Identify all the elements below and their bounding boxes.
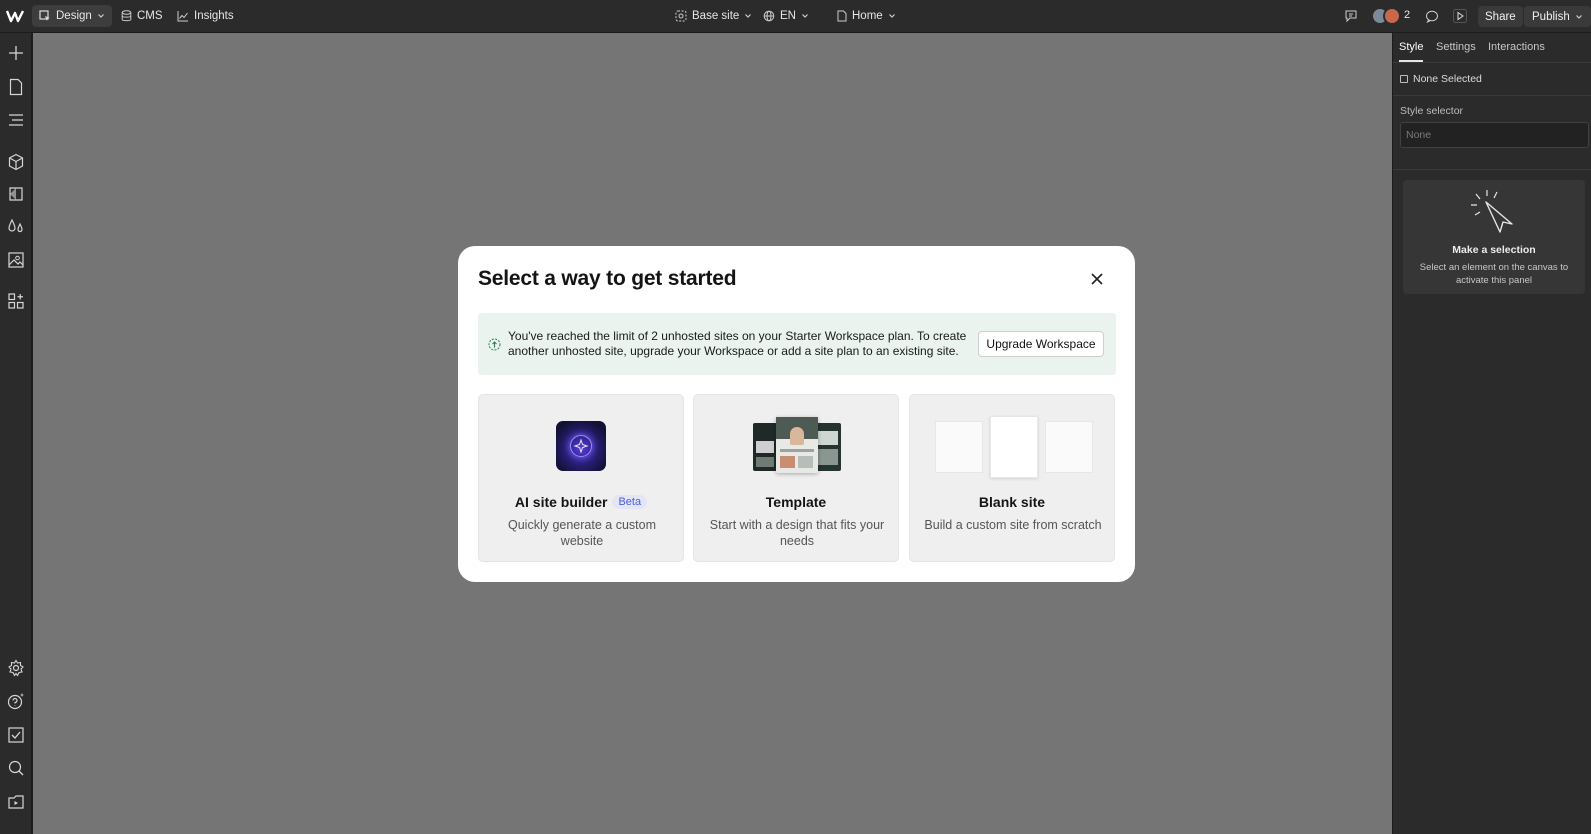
beta-badge: Beta [612, 495, 648, 509]
active-tab-indicator [1399, 60, 1423, 62]
apps-icon[interactable] [7, 292, 25, 310]
audit-check-icon[interactable] [7, 726, 25, 744]
webflow-logo-icon[interactable] [6, 9, 24, 23]
comments-feed-icon[interactable] [1345, 10, 1359, 23]
settings-icon[interactable] [7, 659, 25, 677]
ai-option-title-row: AI site builder Beta [479, 494, 683, 510]
search-icon[interactable] [7, 759, 25, 777]
ai-option-desc: Quickly generate a custom website [508, 518, 656, 548]
get-started-modal: Select a way to get started You've reach… [458, 246, 1135, 582]
close-icon[interactable] [1088, 270, 1106, 288]
modal-title: Select a way to get started [478, 267, 737, 290]
page-label: Home [852, 10, 883, 22]
blank-option-title-row: Blank site [910, 494, 1114, 510]
styles-icon[interactable] [7, 218, 25, 236]
upgrade-arrow-icon [488, 338, 501, 351]
blank-option-title: Blank site [978, 494, 1046, 510]
top-bar: Design CMS Insights Base site EN Home 2 … [0, 0, 1591, 33]
blank-option-desc: Build a custom site from scratch [924, 518, 1102, 532]
design-mode-label: Design [56, 10, 92, 22]
site-label: Base site [692, 10, 740, 22]
help-ai-icon[interactable] [7, 692, 25, 710]
insights-label: Insights [194, 10, 234, 22]
tab-style[interactable]: Style [1399, 41, 1423, 53]
collaborators[interactable]: 2 [1371, 7, 1415, 25]
template-preview-left [753, 423, 777, 471]
publish-label: Publish [1532, 10, 1570, 23]
empty-selection-desc: Select an element on the canvas to activ… [1419, 262, 1569, 286]
sparkle-icon [573, 438, 589, 454]
limit-alert: You've reached the limit of 2 unhosted s… [478, 313, 1116, 375]
cms-label: CMS [137, 10, 163, 22]
template-preview-right [815, 423, 841, 471]
tab-interactions[interactable]: Interactions [1488, 41, 1545, 53]
template-option-title: Template [765, 494, 827, 510]
database-icon [121, 10, 132, 22]
none-selected-label: None Selected [1413, 73, 1482, 85]
comment-icon[interactable] [1425, 10, 1439, 23]
left-toolbar [0, 33, 32, 834]
site-switcher-button[interactable]: Base site [668, 5, 759, 27]
insights-button[interactable]: Insights [170, 5, 241, 27]
pages-icon[interactable] [7, 78, 25, 96]
chevron-down-icon [802, 14, 808, 18]
design-cursor-icon [39, 10, 50, 21]
empty-selection-title: Make a selection [1452, 244, 1536, 256]
chevron-down-icon [888, 14, 895, 18]
avatar [1383, 7, 1401, 25]
chevron-down-icon [745, 14, 752, 18]
template-option-title-row: Template [694, 494, 898, 510]
share-button[interactable]: Share [1478, 6, 1523, 27]
selection-checkbox-icon [1400, 75, 1408, 83]
ai-option-title: AI site builder [514, 494, 608, 510]
blank-preview-left [935, 421, 983, 473]
chevron-down-icon [1575, 14, 1582, 19]
collaborator-count: 2 [1404, 9, 1411, 21]
share-label: Share [1485, 10, 1516, 23]
page-icon [837, 10, 847, 22]
publish-button[interactable]: Publish [1524, 6, 1591, 27]
video-tutorials-icon[interactable] [7, 793, 25, 811]
style-selector-input[interactable]: None [1400, 122, 1589, 148]
globe-icon [763, 10, 775, 22]
preview-play-icon[interactable] [1453, 9, 1467, 23]
divider [1393, 169, 1591, 170]
cursor-click-icon [1471, 190, 1513, 233]
none-selected-row[interactable]: None Selected [1400, 73, 1482, 85]
navigator-icon[interactable] [7, 111, 25, 129]
style-panel: Style Settings Interactions None Selecte… [1392, 33, 1591, 834]
template-option[interactable]: Template Start with a design that fits y… [693, 394, 899, 562]
blank-site-option[interactable]: Blank site Build a custom site from scra… [909, 394, 1115, 562]
locale-label: EN [780, 10, 796, 22]
panel-tabs: Style Settings Interactions [1393, 33, 1591, 63]
add-icon[interactable] [7, 44, 25, 62]
chart-line-icon [177, 11, 188, 22]
tab-settings[interactable]: Settings [1436, 41, 1476, 53]
base-site-icon [675, 10, 687, 22]
variables-icon[interactable] [7, 185, 25, 203]
cms-button[interactable]: CMS [114, 5, 170, 27]
blank-preview-right [1045, 421, 1093, 473]
template-thumbnail [753, 417, 841, 475]
page-switcher-button[interactable]: Home [830, 5, 903, 27]
chevron-down-icon [97, 14, 104, 18]
ai-site-builder-option[interactable]: AI site builder Beta Quickly generate a … [478, 394, 684, 562]
locale-button[interactable]: EN [756, 5, 816, 27]
template-option-desc: Start with a design that fits your needs [709, 518, 885, 548]
upgrade-workspace-button[interactable]: Upgrade Workspace [978, 331, 1104, 357]
ai-builder-thumbnail [556, 421, 606, 471]
blank-preview-center [990, 416, 1038, 478]
template-preview-center [776, 417, 818, 473]
design-mode-button[interactable]: Design [32, 5, 112, 27]
empty-selection-card: Make a selection Select an element on th… [1403, 180, 1585, 294]
style-selector-label: Style selector [1400, 105, 1464, 117]
assets-icon[interactable] [7, 251, 25, 269]
divider [1393, 95, 1591, 96]
components-icon[interactable] [7, 153, 25, 171]
limit-alert-text: You've reached the limit of 2 unhosted s… [508, 329, 967, 358]
